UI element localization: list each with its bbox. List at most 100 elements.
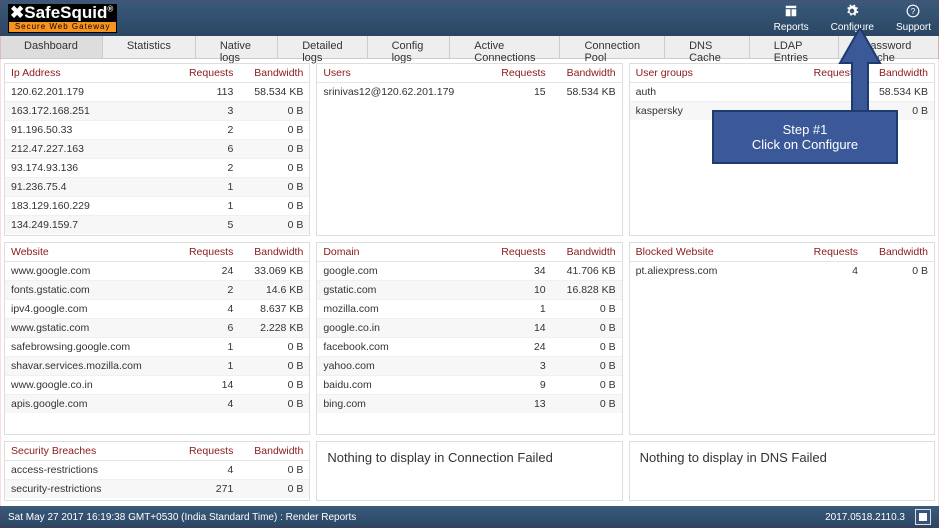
table-row[interactable]: pt.aliexpress.com40 B: [630, 262, 934, 280]
header-name: Ip Address: [11, 67, 173, 79]
table-row[interactable]: google.com3441.706 KB: [317, 262, 621, 281]
table-row[interactable]: apis.google.com40 B: [5, 395, 309, 413]
table-row[interactable]: safebrowsing.google.com10 B: [5, 338, 309, 357]
cell-requests: 2: [173, 124, 233, 136]
tab-config-logs[interactable]: Config logs: [368, 36, 451, 58]
brand-name: ✖SafeSquid®: [8, 4, 117, 21]
gears-icon: [845, 4, 859, 21]
cell-bandwidth: 0 B: [546, 341, 616, 353]
cell-bandwidth: 0 B: [546, 398, 616, 410]
cell-name: bing.com: [323, 398, 485, 410]
cell-name: 212.47.227.163: [11, 143, 173, 155]
cell-name: 91.236.75.4: [11, 181, 173, 193]
cell-bandwidth: 0 B: [233, 219, 303, 231]
cell-requests: 4: [173, 398, 233, 410]
cell-requests: 10: [486, 284, 546, 296]
cell-bandwidth: 0 B: [233, 124, 303, 136]
cell-name: shavar.services.mozilla.com: [11, 360, 173, 372]
header-bandwidth: Bandwidth: [233, 67, 303, 79]
cell-requests: 6: [173, 143, 233, 155]
table-row[interactable]: www.gstatic.com62.228 KB: [5, 319, 309, 338]
cell-requests: 2: [173, 284, 233, 296]
tab-active-connections[interactable]: Active Connections: [450, 36, 560, 58]
table-row[interactable]: ipv4.google.com48.637 KB: [5, 300, 309, 319]
cell-name: gstatic.com: [323, 284, 485, 296]
panel-users: Users Requests Bandwidth srinivas12@120.…: [316, 63, 622, 236]
table-row[interactable]: shavar.services.mozilla.com10 B: [5, 357, 309, 376]
top-bar: ✖SafeSquid® Secure Web Gateway Reports C…: [0, 0, 939, 36]
cell-bandwidth: 0 B: [233, 464, 303, 476]
header-name: Security Breaches: [11, 445, 173, 457]
header-requests: Requests: [173, 246, 233, 258]
cell-name: safebrowsing.google.com: [11, 341, 173, 353]
table-row[interactable]: srinivas12@120.62.201.1791558.534 KB: [317, 83, 621, 101]
cell-requests: 113: [173, 86, 233, 98]
table-row[interactable]: security-restrictions2710 B: [5, 480, 309, 498]
cell-bandwidth: 14.6 KB: [233, 284, 303, 296]
brand-tagline: Secure Web Gateway: [8, 21, 117, 33]
table-row[interactable]: 93.174.93.13620 B: [5, 159, 309, 178]
cell-requests: 14: [173, 379, 233, 391]
header-requests: Requests: [798, 246, 858, 258]
panel-dns-failed: Nothing to display in DNS Failed: [629, 441, 935, 501]
panel-ip-address: Ip Address Requests Bandwidth 120.62.201…: [4, 63, 310, 236]
panel-security-breaches: Security Breaches Requests Bandwidth acc…: [4, 441, 310, 501]
cell-requests: 6: [173, 322, 233, 334]
cell-requests: 13: [486, 398, 546, 410]
cell-requests: 34: [486, 265, 546, 277]
table-row[interactable]: 134.249.159.750 B: [5, 216, 309, 234]
table-row[interactable]: access-restrictions40 B: [5, 461, 309, 480]
header-bandwidth: Bandwidth: [233, 445, 303, 457]
header-bandwidth: Bandwidth: [233, 246, 303, 258]
table-row[interactable]: 91.196.50.3320 B: [5, 121, 309, 140]
panel-body: access-restrictions40 Bsecurity-restrict…: [5, 461, 309, 500]
cell-name: apis.google.com: [11, 398, 173, 410]
footer-export-icon[interactable]: [915, 509, 931, 525]
table-row[interactable]: yahoo.com30 B: [317, 357, 621, 376]
cell-bandwidth: 0 B: [546, 379, 616, 391]
cell-name: access-restrictions: [11, 464, 173, 476]
table-row[interactable]: facebook.com240 B: [317, 338, 621, 357]
tab-statistics[interactable]: Statistics: [103, 36, 196, 58]
cell-bandwidth: 0 B: [233, 341, 303, 353]
cell-bandwidth: 0 B: [546, 303, 616, 315]
tab-native-logs[interactable]: Native logs: [196, 36, 278, 58]
cell-bandwidth: 0 B: [233, 181, 303, 193]
empty-message: Nothing to display in Connection Failed: [317, 442, 621, 473]
table-row[interactable]: 91.236.75.410 B: [5, 178, 309, 197]
table-row[interactable]: fonts.gstatic.com214.6 KB: [5, 281, 309, 300]
table-row[interactable]: 212.47.227.16360 B: [5, 140, 309, 159]
panel-domain: Domain Requests Bandwidth google.com3441…: [316, 242, 622, 435]
reports-button[interactable]: Reports: [774, 4, 809, 33]
table-row[interactable]: 183.129.160.22910 B: [5, 197, 309, 216]
cell-bandwidth: 0 B: [233, 379, 303, 391]
header-requests: Requests: [486, 67, 546, 79]
header-name: Blocked Website: [636, 246, 798, 258]
cell-bandwidth: 0 B: [233, 360, 303, 372]
table-row[interactable]: 163.172.168.25130 B: [5, 102, 309, 121]
table-row[interactable]: bing.com130 B: [317, 395, 621, 413]
header-name: Domain: [323, 246, 485, 258]
help-icon: ?: [906, 4, 920, 21]
table-row[interactable]: mozilla.com10 B: [317, 300, 621, 319]
table-row[interactable]: gstatic.com1016.828 KB: [317, 281, 621, 300]
tab-dashboard[interactable]: Dashboard: [0, 36, 103, 58]
tab-dns-cache[interactable]: DNS Cache: [665, 36, 750, 58]
cell-name: 163.172.168.251: [11, 105, 173, 117]
table-row[interactable]: www.google.com2433.069 KB: [5, 262, 309, 281]
tab-connection-pool[interactable]: Connection Pool: [560, 36, 665, 58]
support-button[interactable]: ? Support: [896, 4, 931, 33]
panel-body: www.google.com2433.069 KBfonts.gstatic.c…: [5, 262, 309, 434]
header-requests: Requests: [486, 246, 546, 258]
table-row[interactable]: www.google.co.in140 B: [5, 376, 309, 395]
cell-name: google.co.in: [323, 322, 485, 334]
table-row[interactable]: 120.62.201.17911358.534 KB: [5, 83, 309, 102]
panel-connection-failed: Nothing to display in Connection Failed: [316, 441, 622, 501]
empty-message: Nothing to display in DNS Failed: [630, 442, 934, 473]
tab-detailed-logs[interactable]: Detailed logs: [278, 36, 367, 58]
cell-requests: 1: [173, 181, 233, 193]
table-row[interactable]: baidu.com90 B: [317, 376, 621, 395]
cell-bandwidth: 0 B: [546, 360, 616, 372]
cell-requests: 15: [486, 86, 546, 98]
table-row[interactable]: google.co.in140 B: [317, 319, 621, 338]
